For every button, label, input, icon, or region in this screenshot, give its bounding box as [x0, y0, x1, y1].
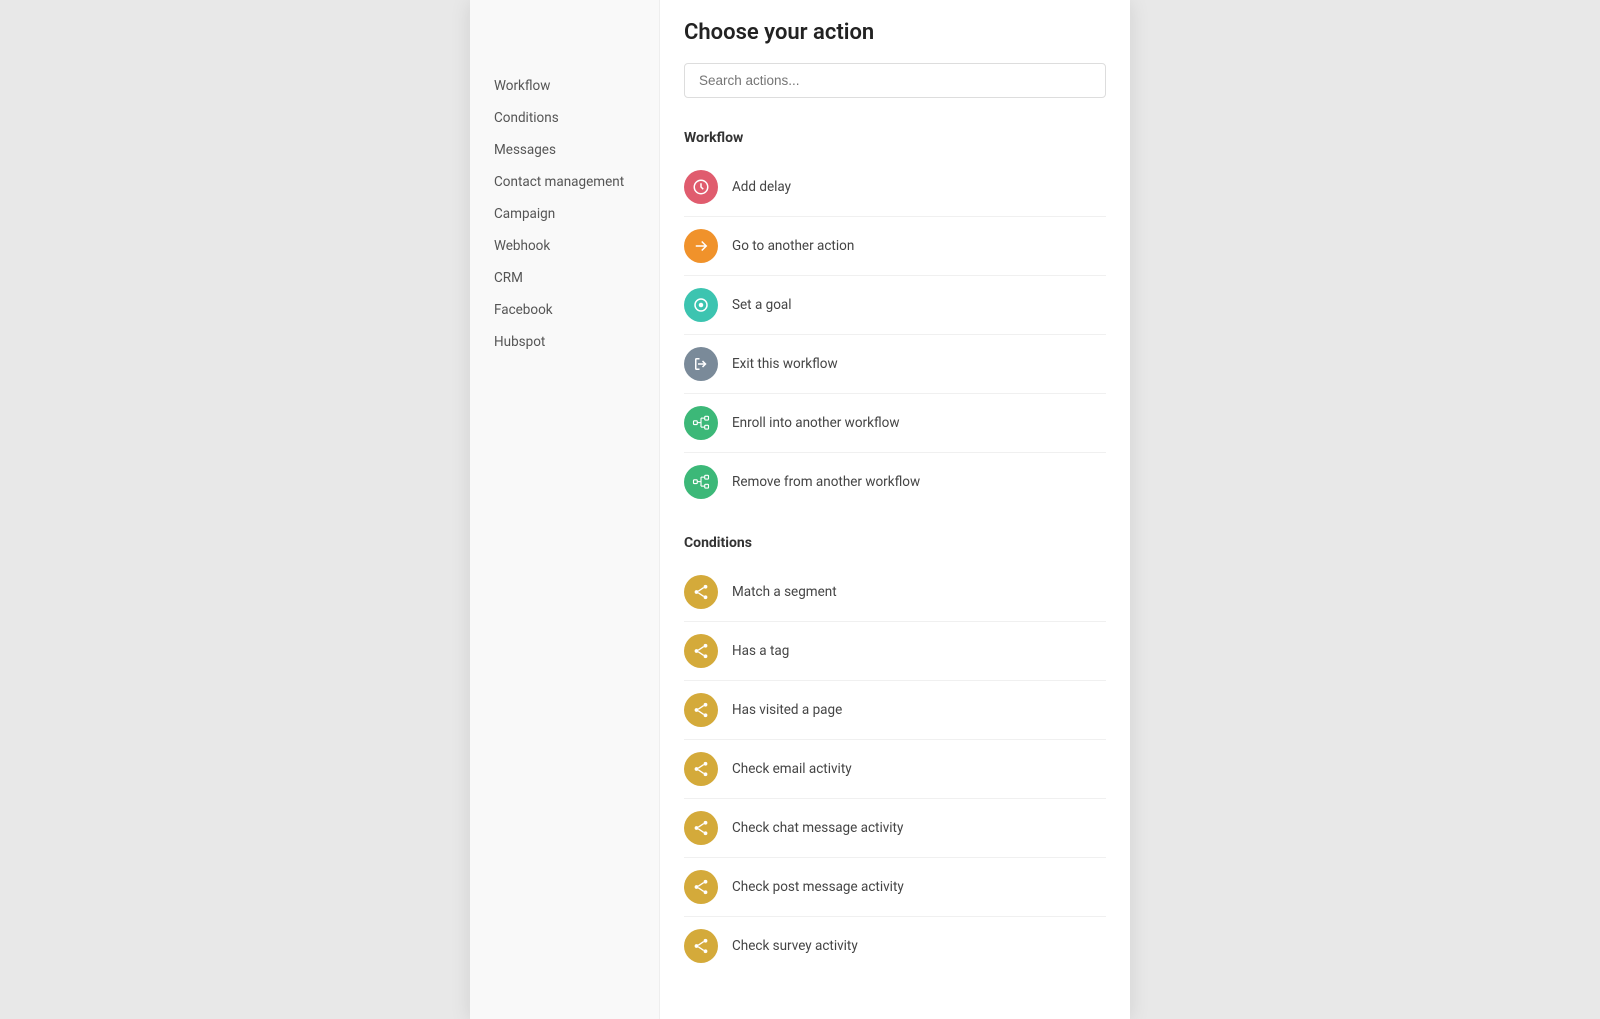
sidebar: WorkflowConditionsMessagesContact manage…: [470, 0, 660, 1019]
action-item-set-a-goal[interactable]: Set a goal: [684, 276, 1106, 335]
sidebar-item-hubspot[interactable]: Hubspot: [470, 326, 659, 358]
section-title-1: Conditions: [684, 535, 1106, 551]
share-icon: [684, 752, 718, 786]
sidebar-item-facebook[interactable]: Facebook: [470, 294, 659, 326]
main-content: Choose your action Workflow Add delay Go t…: [660, 0, 1130, 1019]
action-label-0: Add delay: [732, 179, 791, 195]
action-label-5: Check post message activity: [732, 879, 904, 895]
action-item-enroll-into-another-workflow[interactable]: Enroll into another workflow: [684, 394, 1106, 453]
workflow2-icon: [684, 465, 718, 499]
action-label-4: Check chat message activity: [732, 820, 903, 836]
action-label-3: Exit this workflow: [732, 356, 838, 372]
section-workflow: Workflow Add delay Go to another action Set…: [684, 130, 1106, 511]
action-label-3: Check email activity: [732, 761, 852, 777]
action-item-add-delay[interactable]: Add delay: [684, 158, 1106, 217]
action-item-check-post-message-activity[interactable]: Check post message activity: [684, 858, 1106, 917]
action-item-go-to-another-action[interactable]: Go to another action: [684, 217, 1106, 276]
action-label-1: Has a tag: [732, 643, 789, 659]
sidebar-item-crm[interactable]: CRM: [470, 262, 659, 294]
action-list-1: Match a segment Has a tag Has visited a pa…: [684, 563, 1106, 975]
sidebar-item-campaign[interactable]: Campaign: [470, 198, 659, 230]
share-icon: [684, 575, 718, 609]
sections-container: Workflow Add delay Go to another action Set…: [684, 130, 1106, 975]
share-icon: [684, 634, 718, 668]
action-label-1: Go to another action: [732, 238, 854, 254]
action-label-2: Has visited a page: [732, 702, 842, 718]
action-list-0: Add delay Go to another action Set a goal E…: [684, 158, 1106, 511]
action-item-match-a-segment[interactable]: Match a segment: [684, 563, 1106, 622]
share-icon: [684, 870, 718, 904]
sidebar-item-conditions[interactable]: Conditions: [470, 102, 659, 134]
share-icon: [684, 811, 718, 845]
page-title: Choose your action: [684, 20, 1106, 45]
action-label-4: Enroll into another workflow: [732, 415, 899, 431]
section-conditions: Conditions Match a segment Has a tag Has vi…: [684, 535, 1106, 975]
sidebar-item-contact-management[interactable]: Contact management: [470, 166, 659, 198]
action-label-6: Check survey activity: [732, 938, 858, 954]
sidebar-item-workflow[interactable]: Workflow: [470, 70, 659, 102]
action-item-has-visited-a-page[interactable]: Has visited a page: [684, 681, 1106, 740]
action-label-2: Set a goal: [732, 297, 792, 313]
action-item-exit-this-workflow[interactable]: Exit this workflow: [684, 335, 1106, 394]
action-item-remove-from-another-workflow[interactable]: Remove from another workflow: [684, 453, 1106, 511]
clock-icon: [684, 170, 718, 204]
sidebar-item-messages[interactable]: Messages: [470, 134, 659, 166]
workflow-icon: [684, 406, 718, 440]
action-label-5: Remove from another workflow: [732, 474, 920, 490]
action-item-check-chat-message-activity[interactable]: Check chat message activity: [684, 799, 1106, 858]
action-item-check-email-activity[interactable]: Check email activity: [684, 740, 1106, 799]
search-input[interactable]: [684, 63, 1106, 98]
sidebar-item-webhook[interactable]: Webhook: [470, 230, 659, 262]
action-item-check-survey-activity[interactable]: Check survey activity: [684, 917, 1106, 975]
target-icon: [684, 288, 718, 322]
action-item-has-a-tag[interactable]: Has a tag: [684, 622, 1106, 681]
section-title-0: Workflow: [684, 130, 1106, 146]
modal-container: WorkflowConditionsMessagesContact manage…: [470, 0, 1130, 1019]
share-icon: [684, 693, 718, 727]
page-background: WorkflowConditionsMessagesContact manage…: [0, 0, 1600, 1019]
exit-icon: [684, 347, 718, 381]
arrow-icon: [684, 229, 718, 263]
share-icon: [684, 929, 718, 963]
action-label-0: Match a segment: [732, 584, 837, 600]
